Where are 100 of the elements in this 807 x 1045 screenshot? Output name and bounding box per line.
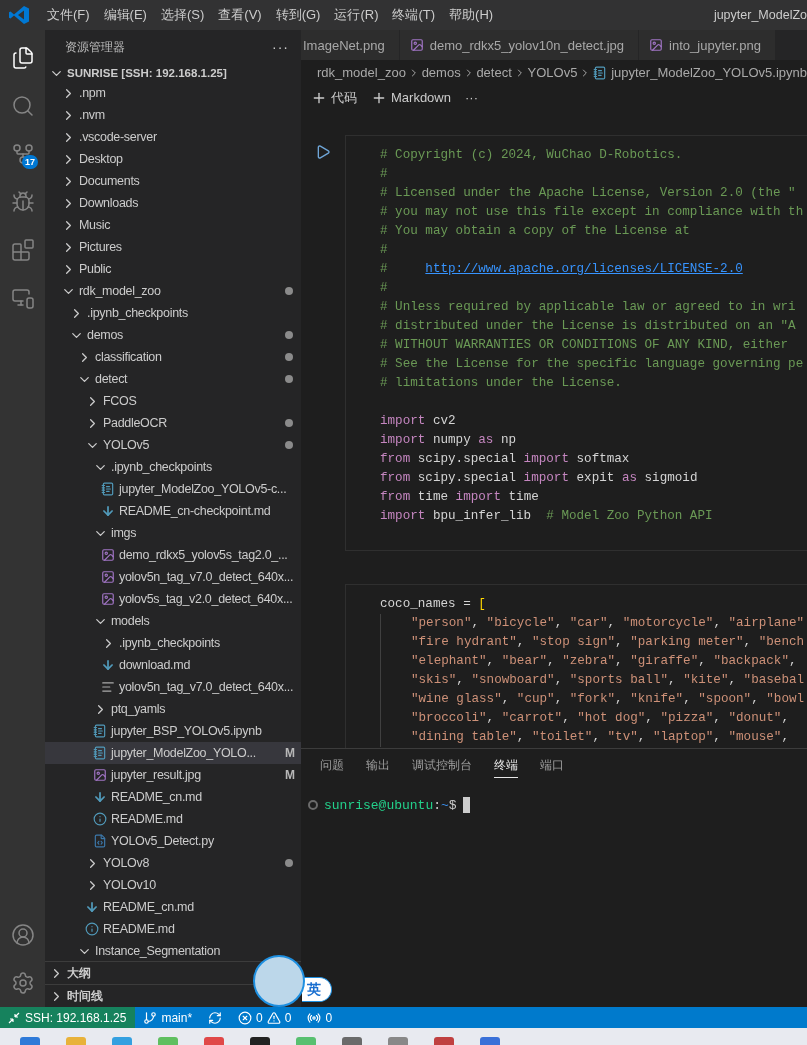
code-link[interactable]: http://www.apache.org/licenses/LICENSE-2.0 bbox=[425, 262, 743, 276]
editor-tab[interactable]: ImageNet.png bbox=[301, 30, 400, 60]
file-item[interactable]: README.md bbox=[45, 918, 301, 940]
folder-item[interactable]: rdk_model_zoo bbox=[45, 280, 301, 302]
breadcrumb[interactable]: detect bbox=[476, 65, 512, 80]
more-button[interactable]: ··· bbox=[272, 39, 289, 55]
file-item[interactable]: README.md bbox=[45, 808, 301, 830]
taskbar-app-icon[interactable] bbox=[480, 1037, 500, 1045]
folder-item[interactable]: Documents bbox=[45, 170, 301, 192]
remote-indicator[interactable]: SSH: 192.168.1.25 bbox=[0, 1007, 136, 1028]
menu-item[interactable]: 转到(G) bbox=[268, 6, 328, 24]
folder-item[interactable]: Pictures bbox=[45, 236, 301, 258]
code-line: "person", "bicycle", "car", "motorcycle", "airplane" bbox=[380, 614, 807, 633]
panel-tab[interactable]: 终端 bbox=[494, 757, 518, 778]
branch-indicator[interactable]: main* bbox=[135, 1010, 201, 1025]
more-button[interactable]: ··· bbox=[464, 90, 478, 105]
breadcrumb[interactable]: jupyter_ModelZoo_YOLOv5.ipynb bbox=[593, 65, 807, 80]
code-line: "broccoli", "carrot", "hot dog", "pizza", "donut", bbox=[380, 709, 807, 728]
branch-icon bbox=[143, 1010, 158, 1025]
folder-item[interactable]: .npm bbox=[45, 82, 301, 104]
taskbar-app-icon[interactable] bbox=[250, 1037, 270, 1045]
menu-item[interactable]: 编辑(E) bbox=[96, 6, 154, 24]
folder-item[interactable]: PaddleOCR bbox=[45, 412, 301, 434]
antenna-icon bbox=[307, 1010, 322, 1025]
menu-item[interactable]: 终端(T) bbox=[385, 6, 443, 24]
breadcrumb[interactable]: demos bbox=[421, 65, 461, 80]
input-method-indicator[interactable]: 英 bbox=[302, 977, 332, 1002]
menu-item[interactable]: 选择(S) bbox=[153, 6, 212, 24]
taskbar-app-icon[interactable] bbox=[204, 1037, 224, 1045]
file-item[interactable]: yolov5n_tag_v7.0_detect_640x... bbox=[45, 566, 301, 588]
folder-item[interactable]: Instance_Segmentation bbox=[45, 940, 301, 961]
file-item[interactable]: YOLOv5_Detect.py bbox=[45, 830, 301, 852]
collapsed-section[interactable]: 时间线 bbox=[49, 988, 103, 1004]
run-icon[interactable] bbox=[315, 144, 331, 160]
file-item[interactable]: demo_rdkx5_yolov5s_tag2.0_... bbox=[45, 544, 301, 566]
taskbar-app-icon[interactable] bbox=[388, 1037, 408, 1045]
menu-item[interactable]: 查看(V) bbox=[211, 6, 269, 24]
modified-label: M bbox=[285, 768, 295, 782]
workspace-header[interactable]: SUNRISE [SSH: 192.168.1.25] bbox=[45, 64, 301, 82]
code-line: import bpu_infer_lib # Model Zoo Python API bbox=[380, 508, 714, 525]
folder-item[interactable]: .ipynb_checkpoints bbox=[45, 632, 301, 654]
panel-tab[interactable]: 调试控制台 bbox=[412, 757, 472, 778]
menu-item[interactable]: 运行(R) bbox=[327, 6, 386, 24]
folder-item[interactable]: ptq_yamls bbox=[45, 698, 301, 720]
file-item[interactable]: README_cn-checkpoint.md bbox=[45, 500, 301, 522]
file-item[interactable]: jupyter_ModelZoo_YOLO... M bbox=[45, 742, 301, 764]
taskbar-app-icon[interactable] bbox=[112, 1037, 132, 1045]
folder-item[interactable]: .ipynb_checkpoints bbox=[45, 302, 301, 324]
menu-item[interactable]: 文件(F) bbox=[40, 6, 97, 24]
panel-tab[interactable]: 输出 bbox=[366, 757, 390, 778]
editor-tab[interactable]: into_jupyter.png bbox=[639, 30, 776, 60]
folder-item[interactable]: .nvm bbox=[45, 104, 301, 126]
file-item[interactable]: README_cn.md bbox=[45, 896, 301, 918]
folder-item[interactable]: detect bbox=[45, 368, 301, 390]
file-item[interactable]: jupyter_result.jpg M bbox=[45, 764, 301, 786]
taskbar-app-icon[interactable] bbox=[434, 1037, 454, 1045]
download-arrow-icon bbox=[85, 900, 99, 914]
folder-item[interactable]: YOLOv5 bbox=[45, 434, 301, 456]
folder-item[interactable]: models bbox=[45, 610, 301, 632]
file-item[interactable]: download.md bbox=[45, 654, 301, 676]
bug-icon bbox=[10, 190, 35, 214]
problems-indicator[interactable]: 0 0 bbox=[230, 1010, 300, 1025]
count-badge: 17 bbox=[22, 155, 38, 169]
file-item[interactable]: jupyter_BSP_YOLOv5.ipynb bbox=[45, 720, 301, 742]
code-line: import cv2 bbox=[380, 413, 457, 430]
breadcrumb[interactable]: rdk_model_zoo bbox=[317, 65, 406, 80]
ports-indicator[interactable]: 0 bbox=[299, 1010, 341, 1025]
folder-item[interactable]: demos bbox=[45, 324, 301, 346]
folder-item[interactable]: Desktop bbox=[45, 148, 301, 170]
collapsed-section[interactable]: 大纲 bbox=[49, 965, 91, 981]
image-icon bbox=[101, 548, 115, 562]
file-item[interactable]: yolov5n_tag_v7.0_detect_640x... bbox=[45, 676, 301, 698]
folder-item[interactable]: FCOS bbox=[45, 390, 301, 412]
taskbar-app-icon[interactable] bbox=[342, 1037, 362, 1045]
sync-icon[interactable] bbox=[208, 1010, 223, 1025]
activity-item[interactable]: 17 bbox=[0, 130, 45, 178]
folder-item[interactable]: .vscode-server bbox=[45, 126, 301, 148]
menu-item[interactable]: 帮助(H) bbox=[442, 6, 501, 24]
folder-item[interactable]: YOLOv8 bbox=[45, 852, 301, 874]
taskbar-app-icon[interactable] bbox=[20, 1037, 40, 1045]
folder-item[interactable]: .ipynb_checkpoints bbox=[45, 456, 301, 478]
settings-icon bbox=[10, 971, 35, 995]
code-line: from scipy.special import softmax bbox=[380, 451, 631, 468]
file-item[interactable]: yolov5s_tag_v2.0_detect_640x... bbox=[45, 588, 301, 610]
breadcrumb[interactable]: YOLOv5 bbox=[527, 65, 578, 80]
folder-item[interactable]: Public bbox=[45, 258, 301, 280]
folder-item[interactable]: YOLOv10 bbox=[45, 874, 301, 896]
add-cell-button[interactable]: 代码 bbox=[311, 88, 357, 107]
code-line: # You may obtain a copy of the License at bbox=[380, 223, 691, 240]
file-item[interactable]: jupyter_ModelZoo_YOLOv5-c... bbox=[45, 478, 301, 500]
code-line: # limitations under the License. bbox=[380, 375, 623, 392]
add-cell-button[interactable]: Markdown bbox=[371, 89, 451, 106]
panel-tab[interactable]: 问题 bbox=[320, 757, 344, 778]
panel-tab[interactable]: 端口 bbox=[540, 757, 564, 778]
file-item[interactable]: README_cn.md bbox=[45, 786, 301, 808]
folder-item[interactable]: imgs bbox=[45, 522, 301, 544]
folder-item[interactable]: classification bbox=[45, 346, 301, 368]
folder-item[interactable]: Downloads bbox=[45, 192, 301, 214]
folder-item[interactable]: Music bbox=[45, 214, 301, 236]
editor-tab[interactable]: demo_rdkx5_yolov10n_detect.jpg bbox=[399, 30, 640, 60]
